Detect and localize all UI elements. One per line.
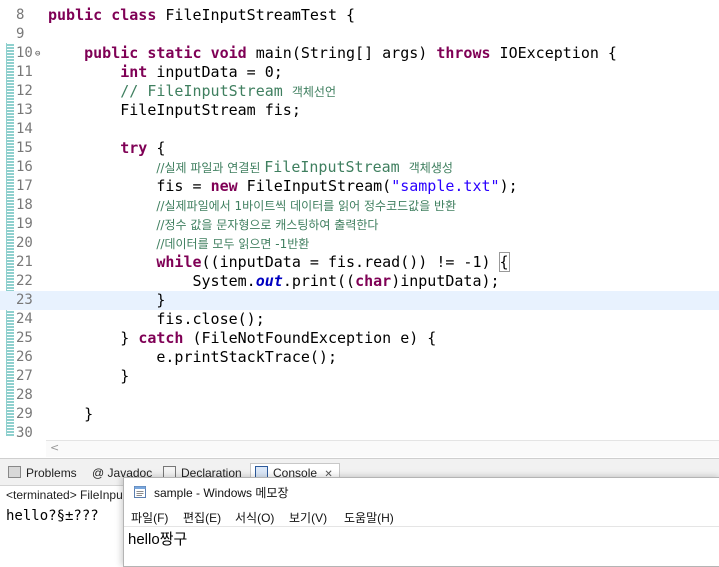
code-text: fis = new FileInputStream("sample.txt"); <box>48 177 518 195</box>
notepad-text-area[interactable]: hello짱구 <box>128 528 187 549</box>
code-text: public class FileInputStreamTest { <box>48 6 356 24</box>
code-line[interactable]: 25 } catch (FileNotFoundException e) { <box>0 329 719 348</box>
code-text: int inputData = 0; <box>120 63 283 81</box>
tab-problems[interactable]: Problems <box>8 466 77 480</box>
menu-view[interactable]: 보기(V) <box>289 509 327 526</box>
notepad-icon <box>134 486 146 498</box>
line-number: 29 <box>16 406 33 422</box>
code-line[interactable]: 11 int inputData = 0; <box>0 63 719 82</box>
notepad-window[interactable]: sample - Windows 메모장 파일(F) 편집(E) 서식(O) 보… <box>123 477 719 567</box>
code-text: FileInputStream fis; <box>48 101 301 119</box>
code-line[interactable]: 24 fis.close(); <box>0 310 719 329</box>
code-text: try { <box>120 139 166 157</box>
menu-edit[interactable]: 편집(E) <box>183 509 221 526</box>
line-number: 16 <box>16 159 33 175</box>
notepad-menubar: 파일(F) 편집(E) 서식(O) 보기(V) 도움말(H) <box>124 506 719 527</box>
menu-file[interactable]: 파일(F) <box>131 509 168 526</box>
code-text: public static void main(String[] args) t… <box>84 44 617 62</box>
horizontal-scrollbar[interactable]: < <box>46 440 719 457</box>
code-line[interactable]: 27 } <box>0 367 719 386</box>
code-line[interactable]: 19 //정수 값을 문자형으로 캐스팅하여 출력한다 <box>0 215 719 234</box>
code-line[interactable]: 26 e.printStackTrace(); <box>0 348 719 367</box>
code-text: // FileInputStream 객체선언 <box>120 82 337 100</box>
line-number: 23 <box>16 292 33 308</box>
code-line[interactable]: 16 //실제 파일과 연결된 FileInputStream 객체생성 <box>0 158 719 177</box>
line-number: 9 <box>16 26 25 42</box>
line-number: 13 <box>16 102 33 118</box>
code-text: e.printStackTrace(); <box>48 348 337 366</box>
line-number: 19 <box>16 216 33 232</box>
line-number: 24 <box>16 311 33 327</box>
code-text: //정수 값을 문자형으로 캐스팅하여 출력한다 <box>156 218 379 232</box>
code-text: fis.close(); <box>48 310 265 328</box>
code-text: } <box>48 405 94 423</box>
code-line[interactable]: 21 while((inputData = fis.read()) != -1)… <box>0 252 719 272</box>
code-line[interactable]: 20 //데이터를 모두 읽으면 -1반환 <box>0 234 719 253</box>
line-number: 20 <box>16 235 33 251</box>
line-number: 26 <box>16 349 33 365</box>
line-number: 21 <box>16 254 33 270</box>
line-number: 14 <box>16 121 33 137</box>
code-text: while((inputData = fis.read()) != -1) { <box>156 252 510 272</box>
code-line[interactable]: 23 } <box>0 291 719 310</box>
line-number: 28 <box>16 387 33 403</box>
line-number: 17 <box>16 178 33 194</box>
code-text: } catch (FileNotFoundException e) { <box>48 329 437 347</box>
menu-help[interactable]: 도움말(H) <box>344 509 394 526</box>
console-output: hello?§±??? <box>6 508 99 524</box>
code-line[interactable]: 14 <box>0 120 719 139</box>
code-line[interactable]: 8 public class FileInputStreamTest { <box>0 6 719 25</box>
line-number: 11 <box>16 64 33 80</box>
problems-icon <box>8 466 21 478</box>
line-number: 27 <box>16 368 33 384</box>
line-number: 18 <box>16 197 33 213</box>
code-text: System.out.print((char)inputData); <box>48 272 500 290</box>
line-number: 12 <box>16 83 33 99</box>
code-line[interactable]: 17 fis = new FileInputStream("sample.txt… <box>0 177 719 196</box>
line-number: 25 <box>16 330 33 346</box>
code-line[interactable]: 12 // FileInputStream 객체선언 <box>0 82 719 101</box>
line-number: 30 <box>16 425 33 441</box>
notepad-title: sample - Windows 메모장 <box>154 486 289 500</box>
code-text: //실제 파일과 연결된 FileInputStream 객체생성 <box>156 158 453 176</box>
code-editor[interactable]: 8 public class FileInputStreamTest { 9 10 ⊖ … <box>0 0 719 458</box>
code-line[interactable]: 9 <box>0 25 719 44</box>
code-line[interactable]: 28 <box>0 386 719 405</box>
line-number: 15 <box>16 140 33 156</box>
code-text: } <box>48 367 130 385</box>
scroll-left-arrow-icon[interactable]: < <box>50 441 59 454</box>
code-line[interactable]: 29 } <box>0 405 719 424</box>
console-status: <terminated> FileInpu <box>6 488 123 502</box>
menu-format[interactable]: 서식(O) <box>235 509 274 526</box>
line-number: 22 <box>16 273 33 289</box>
code-line[interactable]: 13 FileInputStream fis; <box>0 101 719 120</box>
code-text: //데이터를 모두 읽으면 -1반환 <box>156 237 310 251</box>
line-number: 8 <box>16 7 25 23</box>
notepad-titlebar[interactable]: sample - Windows 메모장 <box>124 478 719 506</box>
code-text: //실제파일에서 1바이트씩 데이터를 읽어 정수코드값을 반환 <box>156 199 457 213</box>
code-line[interactable]: 22 System.out.print((char)inputData); <box>0 272 719 291</box>
code-line[interactable]: 15 try { <box>0 139 719 158</box>
code-line[interactable]: 18 //실제파일에서 1바이트씩 데이터를 읽어 정수코드값을 반환 <box>0 196 719 215</box>
code-text: } <box>48 291 166 309</box>
code-line[interactable]: 10 ⊖ public static void main(String[] arg… <box>0 44 719 63</box>
fold-toggle-icon[interactable]: ⊖ <box>35 45 40 64</box>
